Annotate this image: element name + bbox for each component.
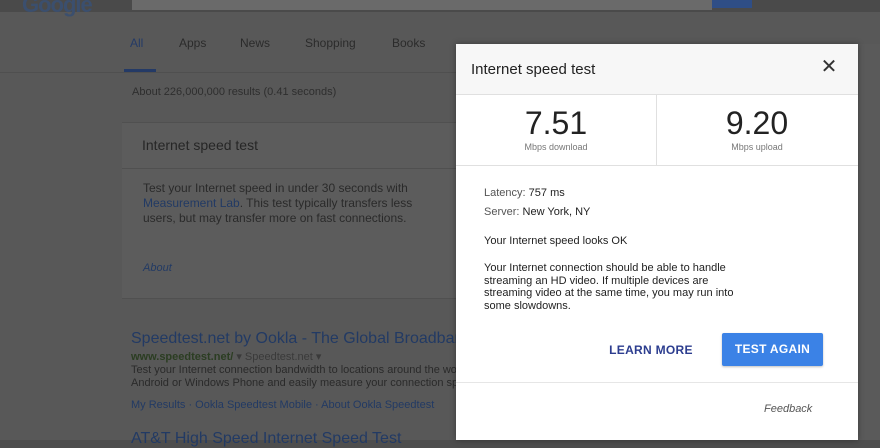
result-url: www.speedtest.net/ ▾ Speedtest.net ▾	[131, 350, 321, 363]
latency-label: Latency:	[484, 187, 526, 199]
download-metric: 7.51 Mbps download	[456, 95, 657, 165]
dialog-footer-divider	[456, 382, 858, 383]
upload-metric: 9.20 Mbps upload	[657, 95, 857, 165]
result-title-speedtest[interactable]: Speedtest.net by Ookla - The Global Broa…	[131, 330, 457, 348]
tab-apps[interactable]: Apps	[179, 36, 206, 50]
card-divider	[122, 168, 457, 169]
tab-books[interactable]: Books	[392, 36, 425, 50]
tab-news[interactable]: News	[240, 36, 270, 50]
card-about-link[interactable]: About	[143, 262, 172, 274]
result-title-att[interactable]: AT&T High Speed Internet Speed Test	[131, 430, 457, 448]
server-label: Server:	[484, 206, 520, 218]
card-line-2: Measurement Lab. This test typically tra…	[143, 196, 455, 211]
speed-description: Your Internet connection should be able …	[484, 262, 734, 312]
result-stats: About 226,000,000 results (0.41 seconds)	[132, 86, 337, 98]
result-url-text[interactable]: www.speedtest.net/	[131, 351, 233, 363]
speed-status: Your Internet speed looks OK	[484, 235, 628, 247]
speed-test-dialog: Internet speed test ✕ 7.51 Mbps download…	[456, 44, 858, 440]
snippet-line-2: Android or Windows Phone and easily meas…	[131, 377, 457, 389]
card-line-2-rest: . This test typically transfers less	[239, 196, 413, 210]
snippet-line-1: Test your Internet connection bandwidth …	[131, 364, 457, 376]
test-again-button[interactable]: TEST AGAIN	[722, 333, 823, 366]
upload-speed-value: 9.20	[725, 105, 789, 141]
right-margin	[858, 44, 880, 440]
tab-shopping[interactable]: Shopping	[305, 36, 356, 50]
download-speed-unit: Mbps download	[524, 142, 588, 152]
download-speed-value: 7.51	[524, 105, 588, 141]
latency-row: Latency: 757 ms	[484, 187, 565, 199]
card-line-3: users, but may transfer more on fast con…	[143, 211, 407, 225]
learn-more-button[interactable]: LEARN MORE	[596, 335, 706, 365]
card-title: Internet speed test	[142, 137, 258, 153]
google-logo[interactable]: Google	[22, 0, 93, 18]
speed-metrics: 7.51 Mbps download 9.20 Mbps upload	[456, 95, 858, 166]
server-row: Server: New York, NY	[484, 206, 590, 218]
card-description: Test your Internet speed in under 30 sec…	[143, 181, 455, 226]
search-button[interactable]	[712, 0, 752, 8]
feedback-link[interactable]: Feedback	[764, 403, 812, 415]
dialog-header: Internet speed test ✕	[456, 44, 858, 95]
server-value: New York, NY	[522, 206, 591, 218]
search-input[interactable]	[132, 0, 712, 10]
upload-speed-unit: Mbps upload	[731, 142, 783, 152]
dialog-title: Internet speed test	[471, 61, 596, 78]
result-sitelinks[interactable]: My Results · Ookla Speedtest Mobile · Ab…	[131, 399, 457, 411]
result-url-extra[interactable]: ▾ Speedtest.net ▾	[236, 351, 321, 363]
close-icon[interactable]: ✕	[820, 57, 838, 77]
tab-all[interactable]: All	[130, 36, 143, 50]
latency-value: 757 ms	[528, 187, 565, 199]
result-snippet: Test your Internet connection bandwidth …	[131, 364, 457, 390]
measurement-lab-link[interactable]: Measurement Lab	[143, 196, 240, 210]
card-line-1: Test your Internet speed in under 30 sec…	[143, 181, 408, 195]
